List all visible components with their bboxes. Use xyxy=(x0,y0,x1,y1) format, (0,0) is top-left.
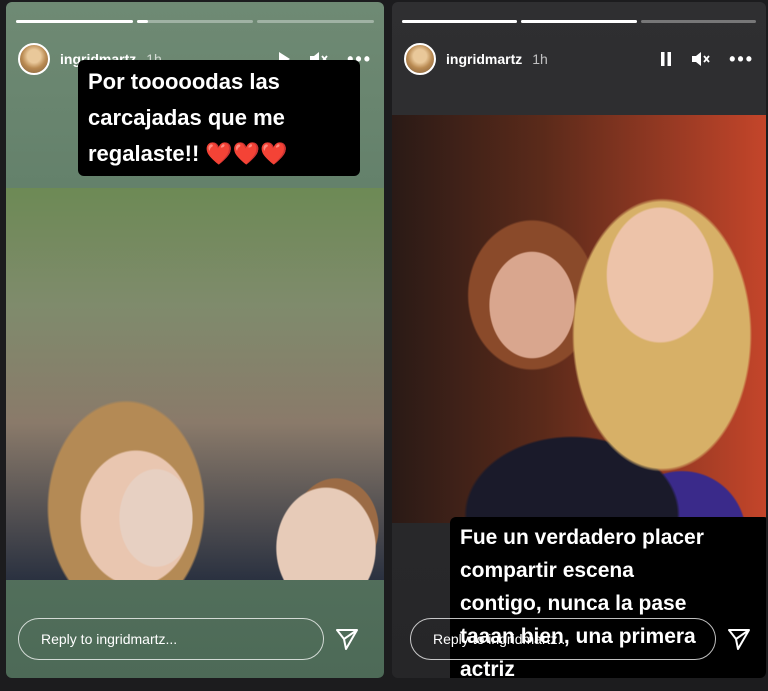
caption-line: contigo, nunca la pase xyxy=(460,592,687,615)
story-caption: Por tooooodas las carcajadas que me rega… xyxy=(78,60,360,176)
story-controls: ••• xyxy=(659,50,754,68)
reply-placeholder: Reply to ingridmartz... xyxy=(41,631,178,647)
reply-input[interactable]: Reply to ingridmartz... xyxy=(410,618,716,660)
story-header: ingridmartz 1h ••• xyxy=(404,42,754,76)
progress-segment xyxy=(640,20,756,23)
progress-bar xyxy=(402,20,756,23)
caption-line: Por tooooodas las xyxy=(88,69,280,94)
progress-segment xyxy=(16,20,133,23)
send-icon[interactable] xyxy=(334,626,360,652)
mute-icon[interactable] xyxy=(691,51,711,67)
progress-segment xyxy=(257,20,375,23)
username[interactable]: ingridmartz xyxy=(446,51,522,67)
pause-icon[interactable] xyxy=(659,51,673,67)
caption-line: Fue un verdadero placer xyxy=(460,526,704,549)
progress-bar xyxy=(16,20,375,23)
more-icon[interactable]: ••• xyxy=(729,50,754,68)
send-icon[interactable] xyxy=(726,626,752,652)
story-photo xyxy=(392,115,766,523)
caption-line: carcajadas que me xyxy=(88,105,285,130)
story-right[interactable]: ingridmartz 1h ••• Fue un verdadero plac… xyxy=(392,2,766,678)
caption-line: regalaste!! ❤️❤️❤️ xyxy=(88,141,288,166)
story-left[interactable]: ingridmartz 1h ••• Por tooooodas las car… xyxy=(6,2,384,678)
timestamp: 1h xyxy=(532,51,548,67)
progress-segment xyxy=(402,20,518,23)
avatar[interactable] xyxy=(404,43,436,75)
progress-segment xyxy=(521,20,637,23)
reply-input[interactable]: Reply to ingridmartz... xyxy=(18,618,324,660)
caption-line: compartir escena xyxy=(460,559,634,582)
progress-segment xyxy=(136,20,254,23)
story-photo xyxy=(6,188,384,580)
reply-placeholder: Reply to ingridmartz... xyxy=(433,631,570,647)
avatar[interactable] xyxy=(18,43,50,75)
